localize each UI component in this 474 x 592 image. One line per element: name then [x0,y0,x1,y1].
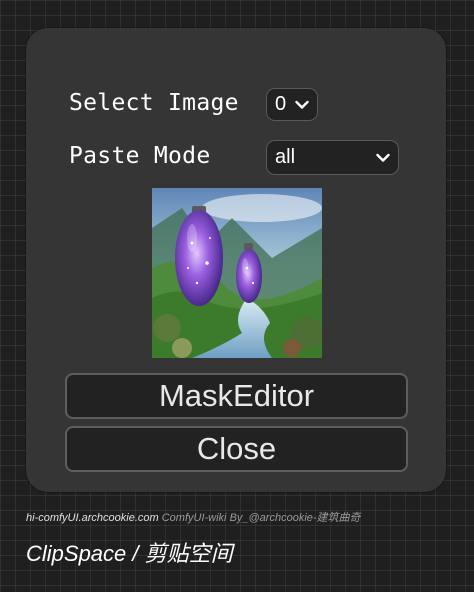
preview-image [152,188,322,358]
footer-credit: hi-comfyUI.archcookie.com ComfyUI-wiki B… [26,509,361,525]
footer-by: By_@archcookie-建筑曲奇 [229,512,361,524]
paste-mode-row: Paste Mode [69,143,210,169]
paste-mode-dropdown[interactable]: all [266,140,399,175]
clipspace-dialog: Select Image 0 Paste Mode all MaskEditor… [26,28,446,492]
select-image-row: Select Image [69,90,239,116]
close-button[interactable]: Close [65,426,408,472]
select-image-label: Select Image [69,90,239,116]
footer-wiki: ComfyUI-wiki [161,512,227,524]
paste-mode-value: all [275,146,296,168]
footer-title: ClipSpace / 剪贴空间 [26,541,233,566]
mask-editor-button[interactable]: MaskEditor [65,373,408,419]
select-image-dropdown[interactable]: 0 [266,88,318,121]
chevron-down-icon [376,153,390,162]
chevron-down-icon [295,100,309,109]
footer-site: hi-comfyUI.archcookie.com [26,512,159,524]
clipspace-image-preview[interactable] [152,188,322,358]
select-image-value: 0 [275,93,287,115]
paste-mode-label: Paste Mode [69,143,211,169]
